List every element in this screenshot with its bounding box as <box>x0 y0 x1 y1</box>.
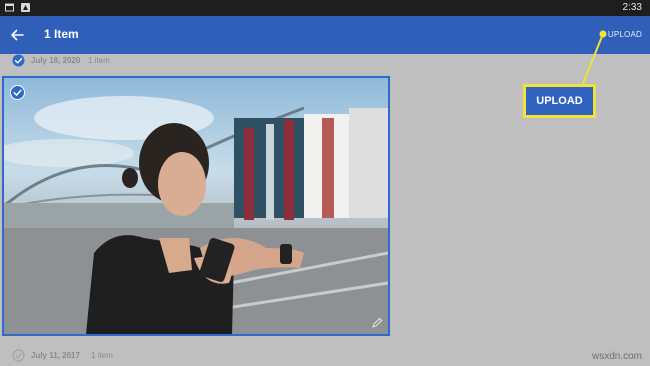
photo-thumbnail[interactable] <box>2 76 390 336</box>
status-bar: 2:33 <box>0 0 650 16</box>
unchecked-circle-icon[interactable] <box>12 349 25 362</box>
section-date: July 18, 2020 <box>31 56 81 65</box>
clock: 2:33 <box>622 2 642 13</box>
edit-pencil-icon <box>372 317 383 328</box>
arrow-left-icon[interactable] <box>9 27 25 43</box>
window-icon <box>5 3 14 12</box>
notification-icon <box>21 3 30 12</box>
section-count: 1 item <box>91 351 113 360</box>
selection-count-title: 1 Item <box>44 27 79 41</box>
app-bar: 1 Item UPLOAD <box>0 16 650 54</box>
section-date: July 11, 2017 <box>31 351 80 360</box>
check-circle-icon[interactable] <box>10 85 25 100</box>
upload-callout: UPLOAD <box>523 84 596 118</box>
watermark: wsxdn.com <box>591 351 642 362</box>
upload-button[interactable]: UPLOAD <box>608 30 642 39</box>
check-circle-icon[interactable] <box>12 54 25 67</box>
photo-image <box>4 96 388 334</box>
section-count: 1 item <box>88 56 110 65</box>
